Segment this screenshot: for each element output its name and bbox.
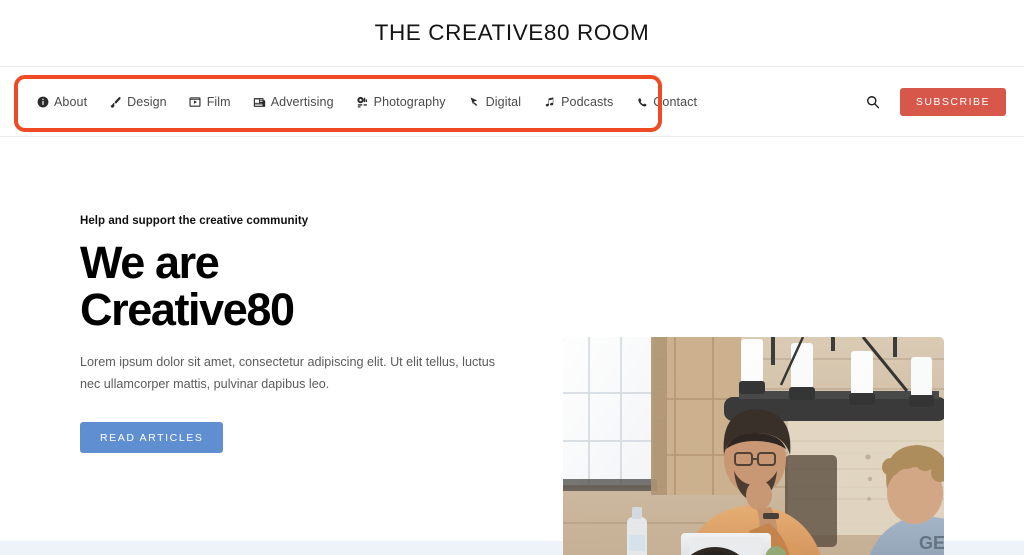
page-root: THE CREATIVE80 ROOM About Design Film Ad… <box>0 0 1024 555</box>
masthead: THE CREATIVE80 ROOM <box>0 0 1024 67</box>
nav-item-film[interactable]: Film <box>178 85 242 119</box>
subscribe-button[interactable]: SUBSCRIBE <box>899 88 1006 116</box>
hero-copy: Help and support the creative community … <box>80 215 510 453</box>
nav-item-contact[interactable]: Contact <box>624 85 708 119</box>
phone-icon <box>635 96 648 109</box>
hero-photo: GE TO <box>563 337 944 555</box>
hero-title-line-1: We are <box>80 237 220 288</box>
hero-section: Help and support the creative community … <box>0 137 1024 555</box>
hero-photo-illustration: GE TO <box>563 337 944 555</box>
paintbrush-icon <box>109 96 122 109</box>
nav-item-design[interactable]: Design <box>98 85 178 119</box>
camera-icon <box>356 96 369 109</box>
hero-title-line-2: Creative80 <box>80 284 295 335</box>
nav-right-cluster: SUBSCRIBE <box>862 67 1006 137</box>
primary-navigation: About Design Film Advertising Photograph… <box>0 67 1024 137</box>
site-title: THE CREATIVE80 ROOM <box>374 20 650 45</box>
nav-item-label: Podcasts <box>561 95 614 109</box>
nav-link-list: About Design Film Advertising Photograph… <box>36 67 708 137</box>
video-play-icon <box>189 96 202 109</box>
nav-item-podcasts[interactable]: Podcasts <box>532 85 624 119</box>
nav-item-label: Design <box>127 95 167 109</box>
nav-item-label: Film <box>206 95 231 109</box>
nav-item-photography[interactable]: Photography <box>345 85 457 119</box>
cursor-click-icon <box>468 96 481 109</box>
nav-item-label: Contact <box>653 95 698 109</box>
nav-item-advertising[interactable]: Advertising <box>242 85 345 119</box>
nav-item-digital[interactable]: Digital <box>457 85 532 119</box>
hero-paragraph: Lorem ipsum dolor sit amet, consectetur … <box>80 355 496 391</box>
music-note-icon <box>543 96 556 109</box>
nav-item-label: Photography <box>373 95 446 109</box>
nav-item-about[interactable]: About <box>36 85 98 119</box>
nav-item-label: Digital <box>485 95 522 109</box>
hero-title: We are Creative80 <box>80 239 510 333</box>
search-icon[interactable] <box>862 91 884 113</box>
nav-item-label: About <box>54 95 88 109</box>
newspaper-icon <box>253 96 266 109</box>
nav-item-label: Advertising <box>270 95 334 109</box>
hero-eyebrow: Help and support the creative community <box>80 215 309 227</box>
read-articles-button[interactable]: READ ARTICLES <box>80 422 224 453</box>
info-circle-icon <box>36 96 49 109</box>
